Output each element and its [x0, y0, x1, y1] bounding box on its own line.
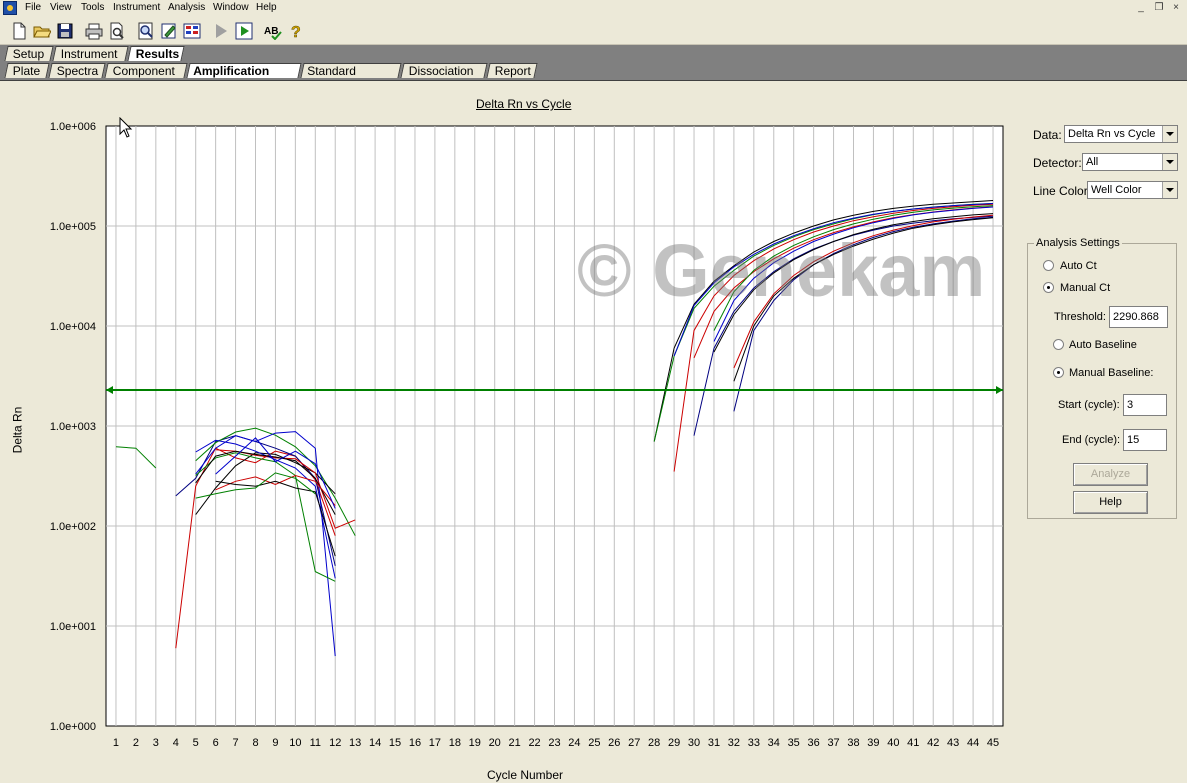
x-tick-label: 35 [788, 737, 800, 749]
chevron-down-icon[interactable] [1162, 154, 1177, 170]
x-tick-label: 16 [409, 737, 421, 749]
x-tick-label: 23 [548, 737, 560, 749]
x-tick-label: 5 [193, 737, 199, 749]
x-tick-label: 18 [449, 737, 461, 749]
x-tick-label: 9 [272, 737, 278, 749]
detector-select[interactable]: All [1082, 153, 1178, 171]
x-tick-label: 33 [748, 737, 760, 749]
chevron-down-icon[interactable] [1162, 182, 1177, 198]
watermark: © Genekam [577, 229, 986, 312]
chevron-down-icon[interactable] [1162, 126, 1177, 142]
x-tick-label: 21 [509, 737, 521, 749]
analysis-settings-title: Analysis Settings [1034, 237, 1122, 249]
y-tick-label: 1.0e+005 [50, 221, 96, 233]
x-tick-label: 28 [648, 737, 660, 749]
y-tick-label: 1.0e+003 [50, 421, 96, 433]
x-tick-label: 22 [528, 737, 540, 749]
y-tick-label: 1.0e+004 [50, 321, 96, 333]
auto-ct-radio[interactable] [1043, 260, 1054, 271]
x-tick-label: 45 [987, 737, 999, 749]
x-tick-label: 15 [389, 737, 401, 749]
x-tick-label: 10 [289, 737, 301, 749]
x-tick-label: 14 [369, 737, 381, 749]
x-tick-label: 2 [133, 737, 139, 749]
x-tick-label: 29 [668, 737, 680, 749]
x-tick-label: 17 [429, 737, 441, 749]
line-color-select[interactable]: Well Color [1087, 181, 1178, 199]
x-tick-label: 41 [907, 737, 919, 749]
x-tick-label: 27 [628, 737, 640, 749]
x-tick-label: 7 [233, 737, 239, 749]
auto-baseline-radio[interactable] [1053, 339, 1064, 350]
x-tick-label: 42 [927, 737, 939, 749]
y-tick-label: 1.0e+006 [50, 121, 96, 133]
x-tick-label: 43 [947, 737, 959, 749]
x-tick-label: 24 [568, 737, 580, 749]
x-tick-label: 44 [967, 737, 979, 749]
mouse-cursor-icon [119, 117, 133, 138]
x-tick-label: 30 [688, 737, 700, 749]
data-label: Data: [1033, 128, 1062, 142]
x-tick-label: 13 [349, 737, 361, 749]
x-tick-label: 3 [153, 737, 159, 749]
x-tick-label: 34 [768, 737, 780, 749]
start-cycle-input[interactable]: 3 [1123, 394, 1167, 416]
help-button[interactable]: Help [1073, 491, 1148, 514]
line-color-label: Line Color: [1033, 184, 1092, 198]
x-tick-label: 1 [113, 737, 119, 749]
x-tick-label: 38 [847, 737, 859, 749]
auto-ct-label: Auto Ct [1060, 260, 1097, 272]
x-tick-label: 37 [827, 737, 839, 749]
data-select[interactable]: Delta Rn vs Cycle [1064, 125, 1178, 143]
x-tick-label: 26 [608, 737, 620, 749]
manual-baseline-radio[interactable] [1053, 367, 1064, 378]
y-tick-label: 1.0e+000 [50, 721, 96, 733]
amplification-plot[interactable]: 1 2 3 4 5 6 7 8 9 10 11 12 13 14 15 16 17 18 19 20 21 22 23 24 2… [0, 0, 1187, 783]
x-tick-label: 36 [808, 737, 820, 749]
end-cycle-label: End (cycle): [1062, 434, 1121, 446]
x-tick-label: 39 [867, 737, 879, 749]
y-tick-label: 1.0e+002 [50, 521, 96, 533]
x-tick-label: 4 [173, 737, 179, 749]
x-tick-label: 32 [728, 737, 740, 749]
x-tick-label: 40 [887, 737, 899, 749]
threshold-input[interactable]: 2290.868 [1109, 306, 1168, 328]
start-cycle-label: Start (cycle): [1058, 399, 1120, 411]
x-tick-label: 25 [588, 737, 600, 749]
x-tick-label: 11 [310, 737, 321, 749]
detector-label: Detector: [1033, 156, 1082, 170]
analyze-button[interactable]: Analyze [1073, 463, 1148, 486]
manual-ct-label: Manual Ct [1060, 282, 1111, 294]
end-cycle-input[interactable]: 15 [1123, 429, 1167, 451]
auto-baseline-label: Auto Baseline [1069, 339, 1137, 351]
y-tick-label: 1.0e+001 [50, 621, 96, 633]
manual-ct-radio[interactable] [1043, 282, 1054, 293]
x-tick-label: 20 [489, 737, 501, 749]
x-tick-label: 19 [469, 737, 481, 749]
x-tick-label: 8 [252, 737, 258, 749]
threshold-label: Threshold: [1054, 311, 1106, 323]
manual-baseline-label: Manual Baseline: [1069, 367, 1154, 379]
x-tick-label: 31 [708, 737, 720, 749]
x-tick-label: 6 [213, 737, 219, 749]
x-tick-label: 12 [329, 737, 341, 749]
